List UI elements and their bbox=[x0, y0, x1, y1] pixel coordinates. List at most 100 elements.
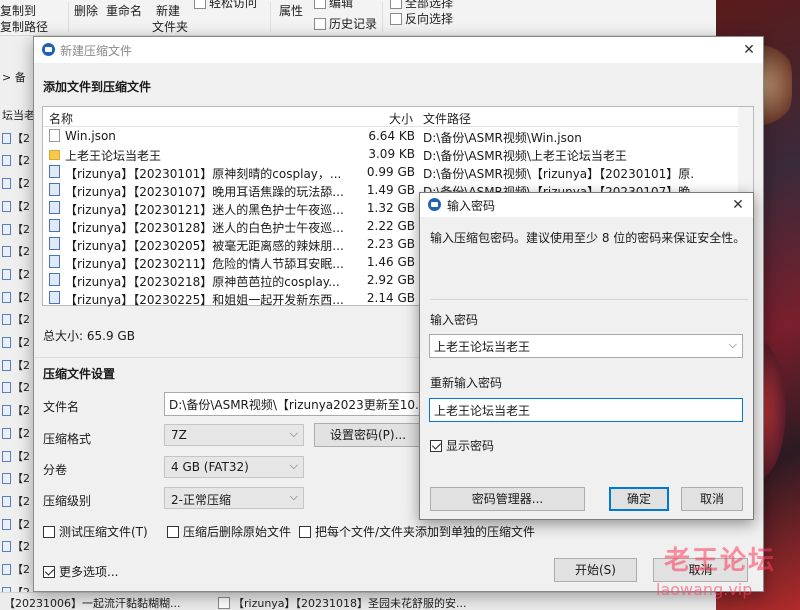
select-all-icon bbox=[390, 0, 402, 9]
list-item[interactable]: 【2 bbox=[0, 129, 34, 149]
reenter-password-input[interactable]: 上老王论坛当老王 bbox=[429, 398, 743, 422]
file-size: 0.99 GB bbox=[366, 165, 415, 179]
show-password-checkbox[interactable]: 显示密码 bbox=[430, 437, 494, 454]
start-button[interactable]: 开始(S) bbox=[554, 558, 637, 582]
list-item[interactable]: 【2 bbox=[0, 515, 34, 535]
list-item[interactable]: 【2 bbox=[0, 356, 34, 376]
easy-access-button[interactable]: 轻松访问 bbox=[194, 0, 257, 11]
close-icon[interactable]: ✕ bbox=[737, 40, 761, 60]
delete-button[interactable]: 删除 bbox=[74, 2, 98, 19]
table-row[interactable]: Win.json 6.64 KB D:\备份\ASMR视频\Win.json bbox=[43, 127, 743, 145]
history-icon bbox=[314, 18, 326, 30]
password-manager-button[interactable]: 密码管理器... bbox=[430, 487, 585, 511]
set-password-button[interactable]: 设置密码(P)... bbox=[314, 423, 422, 447]
file-size: 2.14 GB bbox=[366, 291, 415, 305]
file-size: 1.49 GB bbox=[366, 183, 415, 197]
chevron-down-icon[interactable]: ⌵ bbox=[729, 338, 737, 352]
more-options-checkbox[interactable]: 更多选项... bbox=[43, 563, 118, 580]
copy-path-button[interactable]: 复制路径 bbox=[0, 18, 48, 35]
table-row[interactable]: 上老王论坛当老王 3.09 KB D:\备份\ASMR视频\上老王论坛当老王 bbox=[43, 145, 743, 163]
new-folder-button[interactable]: 新建 bbox=[156, 2, 180, 19]
list-item[interactable]: 【2 bbox=[0, 537, 34, 557]
list-item[interactable]: 【2 bbox=[0, 288, 34, 308]
list-item[interactable]: 【2 bbox=[0, 401, 34, 421]
list-item[interactable]: 【2 bbox=[0, 242, 34, 262]
list-item[interactable]: 【2 bbox=[0, 151, 34, 171]
properties-button[interactable]: 属性 bbox=[279, 2, 303, 19]
video-file-icon bbox=[49, 255, 60, 268]
filename-input[interactable]: D:\备份\ASMR视频\【rizunya2023更新至10.20】 bbox=[164, 392, 424, 416]
enter-password-label: 输入密码 bbox=[430, 313, 479, 327]
video-file-icon bbox=[49, 183, 60, 196]
file-list-header: 名称 大小 文件路径 bbox=[43, 107, 753, 127]
file-path: D:\备份\ASMR视频\【rizunya】【20230101】原... bbox=[423, 167, 693, 181]
video-file-icon bbox=[2, 178, 11, 190]
file-name: 【rizunya】【20230225】和姐姐一起开发新东西... bbox=[65, 293, 344, 307]
chevron-down-icon: ⌵ bbox=[289, 459, 298, 472]
file-name: 【rizunya】【20230205】被毫无距离感的辣妹朋... bbox=[65, 239, 344, 253]
edit-button[interactable]: 编辑 bbox=[314, 0, 353, 11]
invert-selection-button[interactable]: 反向选择 bbox=[390, 10, 453, 27]
copy-to-button[interactable]: 复制到 bbox=[0, 2, 36, 19]
file-size: 2.22 GB bbox=[366, 219, 415, 233]
list-item[interactable]: 【2 bbox=[0, 220, 34, 240]
list-item[interactable]: 【20231006】一起流汗黏黏糊糊... bbox=[4, 595, 180, 610]
separate-archives-checkbox[interactable]: 把每个文件/文件夹添加到单独的压缩文件 bbox=[299, 523, 535, 540]
new-folder-label: 文件夹 bbox=[152, 20, 189, 34]
file-name: 【rizunya】【20230211】危险的情人节舔耳安眠... bbox=[65, 257, 344, 271]
file-size: 6.64 KB bbox=[368, 129, 415, 143]
video-file-icon bbox=[2, 359, 11, 371]
password-dialog: 输入密码 ✕ 输入压缩包密码。建议使用至少 8 位的密码来保证安全性。 输入密码… bbox=[419, 192, 754, 520]
list-item[interactable]: 【2 bbox=[0, 424, 34, 444]
split-select[interactable]: 4 GB (FAT32) ⌵ bbox=[164, 456, 304, 478]
bandizip-app-icon bbox=[42, 43, 55, 56]
test-archive-checkbox[interactable]: 测试压缩文件(T) bbox=[43, 523, 148, 540]
column-path[interactable]: 文件路径 bbox=[423, 110, 471, 127]
video-file-icon bbox=[2, 405, 11, 417]
list-item[interactable]: 【2 bbox=[0, 265, 34, 285]
list-item[interactable]: 【2 bbox=[0, 174, 34, 194]
table-row[interactable]: 【rizunya】【20230101】原神刻晴的cosplay，... 0.99 … bbox=[43, 163, 743, 181]
video-file-icon bbox=[49, 237, 60, 250]
file-size: 2.23 GB bbox=[366, 237, 415, 251]
delete-after-checkbox[interactable]: 压缩后删除原始文件 bbox=[167, 523, 291, 540]
list-item[interactable]: 【2 bbox=[0, 560, 34, 580]
video-file-icon bbox=[2, 473, 11, 485]
file-name: 【rizunya】【20230107】晚用耳语焦躁的玩法舔... bbox=[65, 185, 344, 199]
list-item[interactable]: 【2 bbox=[0, 447, 34, 467]
format-select[interactable]: 7Z ⌵ bbox=[164, 424, 304, 446]
password-hint: 输入压缩包密码。建议使用至少 8 位的密码来保证安全性。 bbox=[430, 231, 746, 245]
list-item[interactable]: 坛当老 bbox=[0, 106, 34, 126]
video-file-icon bbox=[2, 246, 11, 258]
file-name: Win.json bbox=[65, 129, 116, 143]
address-bar-fragment[interactable]: > 备 bbox=[0, 68, 34, 88]
list-item[interactable]: 【2 bbox=[0, 492, 34, 512]
file-path: D:\备份\ASMR视频\Win.json bbox=[423, 131, 582, 145]
rename-button[interactable]: 重命名 bbox=[106, 2, 142, 19]
list-item[interactable]: 【2 bbox=[0, 333, 34, 353]
list-item[interactable]: 【2 bbox=[0, 378, 34, 398]
password-input[interactable]: 上老王论坛当老王 ⌵ bbox=[429, 334, 743, 358]
list-item[interactable]: 【2 bbox=[0, 197, 34, 217]
close-icon[interactable]: ✕ bbox=[726, 195, 750, 215]
column-size[interactable]: 大小 bbox=[389, 110, 413, 127]
list-item[interactable]: 【2 bbox=[0, 469, 34, 489]
settings-heading: 压缩文件设置 bbox=[43, 367, 116, 381]
chevron-down-icon: ⌵ bbox=[289, 490, 298, 503]
watermark-url: laowang.vip bbox=[656, 580, 753, 599]
list-item[interactable]: 【rizunya】【20231018】圣园未花舒服的安... bbox=[218, 595, 467, 610]
level-select[interactable]: 2-正常压缩 ⌵ bbox=[164, 487, 304, 509]
bandizip-app-icon bbox=[428, 198, 441, 211]
explorer-file-list: > 备 坛当老 【2 【2 【2 【2 【2 【2 【2 【2 【2 【2 【2 【2 【2 【2 【2 【2 【… bbox=[0, 36, 34, 610]
cancel-button[interactable]: 取消 bbox=[681, 487, 743, 511]
list-item[interactable]: 【2 bbox=[0, 310, 34, 330]
column-name[interactable]: 名称 bbox=[49, 110, 73, 127]
file-size: 3.09 KB bbox=[368, 147, 415, 161]
video-file-icon bbox=[2, 223, 11, 235]
edit-icon bbox=[314, 0, 326, 9]
video-file-icon bbox=[2, 314, 11, 326]
split-label: 分卷 bbox=[43, 463, 68, 477]
video-file-icon bbox=[2, 427, 11, 439]
ok-button[interactable]: 确定 bbox=[609, 487, 669, 511]
history-button[interactable]: 历史记录 bbox=[314, 15, 377, 32]
